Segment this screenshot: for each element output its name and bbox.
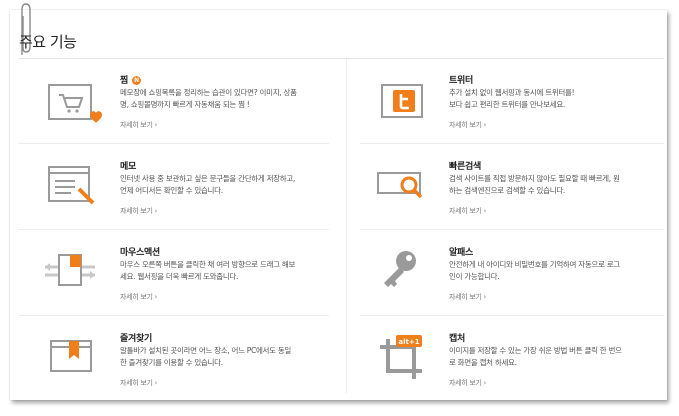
desc-line: 명, 쇼핑몰명까지 빠르게 자동채움 되는 찜 ! [120, 100, 250, 109]
feature-name: 메모 [120, 162, 136, 172]
more-link[interactable]: 자세히 보기 › [120, 120, 157, 130]
desc-line: 한 즐겨찾기를 이용할 수 있습니다. [120, 358, 223, 367]
mouse-action-icon [45, 254, 95, 286]
more-link[interactable]: 자세히 보기 › [120, 292, 157, 302]
title-divider [19, 58, 664, 59]
feature-desc: 인터넷 사용 중 보관하고 싶은 문구들을 간단하게 저장하고, 언제 어디서든… [120, 173, 330, 197]
twitter-icon [381, 84, 423, 118]
feature-desc: 알툴바가 설치된 곳이라면 어느 장소, 어느 PC에서도 동일 한 즐겨찾기를… [120, 345, 330, 369]
feature-desc: 안전하게 내 아이디와 비밀번호를 기억하여 자동으로 로그 인이 가능합니다. [449, 259, 659, 283]
more-link[interactable]: 자세히 보기 › [120, 378, 157, 388]
cart-heart-icon [48, 84, 102, 123]
desc-line: 메모장에 쇼핑목록을 정리하는 습관이 있다면? 이미지, 상품 [120, 88, 297, 97]
feature-desc: 마우스 오른쪽 버튼을 클릭한 채 여러 방향으로 드래그 해보 세요. 웹서핑… [120, 259, 330, 283]
feature-name: 알패스 [449, 248, 473, 258]
key-icon [384, 251, 416, 287]
more-link[interactable]: 자세히 보기 › [449, 120, 486, 130]
feature-name: 즐겨찾기 [120, 334, 152, 344]
feature-jjim: 찜N 메모장에 쇼핑목록을 정리하는 습관이 있다면? 이미지, 상품 명, 쇼… [45, 73, 345, 153]
feature-desc: 이미지를 저장할 수 있는 가장 쉬운 방법 버튼 클릭 한 번으 로 화면을 … [449, 345, 659, 369]
feature-memo: 메모 인터넷 사용 중 보관하고 싶은 문구들을 간단하게 저장하고, 언제 어… [45, 159, 345, 239]
quick-search-icon [377, 172, 423, 199]
desc-line: 인이 가능합니다. [449, 272, 500, 281]
page-title: 주요 기능 [19, 33, 77, 51]
feature-twitter: 트위터 추가 설치 없이 웹서핑과 동시에 트위터를! 보다 쉽고 편리한 트위… [374, 73, 674, 153]
capture-crop-icon: alt+1 [380, 335, 422, 379]
feature-quick-search: 빠른검색 검색 사이트를 직접 방문하지 않아도 필요할 때 빠르게, 원 하는… [374, 159, 674, 239]
bookmark-icon [50, 340, 92, 372]
desc-line: 검색 사이트를 직접 방문하지 않아도 필요할 때 빠르게, 원 [449, 174, 620, 183]
new-badge: N [131, 76, 141, 85]
desc-line: 알툴바가 설치된 곳이라면 어느 장소, 어느 PC에서도 동일 [120, 346, 292, 355]
feature-name: 마우스액션 [120, 248, 160, 258]
desc-line: 하는 검색엔진으로 검색할 수 있습니다. [449, 186, 566, 195]
feature-name: 찜 [120, 76, 128, 86]
feature-desc: 검색 사이트를 직접 방문하지 않아도 필요할 때 빠르게, 원 하는 검색엔진… [449, 173, 659, 197]
shortcut-label: alt+1 [398, 338, 419, 346]
memo-icon [48, 166, 95, 205]
more-link[interactable]: 자세히 보기 › [449, 206, 486, 216]
desc-line: 세요. 웹서핑을 더욱 빠르게 도와줍니다. [120, 272, 239, 281]
feature-name: 캡처 [449, 334, 465, 344]
desc-line: 보다 쉽고 편리한 트위터를 만나보세요. [449, 100, 566, 109]
more-link[interactable]: 자세히 보기 › [449, 378, 486, 388]
column-divider [346, 59, 347, 393]
desc-line: 추가 설치 없이 웹서핑과 동시에 트위터를! [449, 88, 575, 97]
desc-line: 언제 어디서든 확인할 수 있습니다. [120, 186, 223, 195]
desc-line: 안전하게 내 아이디와 비밀번호를 기억하여 자동으로 로그 [449, 260, 620, 269]
feature-desc: 추가 설치 없이 웹서핑과 동시에 트위터를! 보다 쉽고 편리한 트위터를 만… [449, 87, 659, 111]
desc-line: 인터넷 사용 중 보관하고 싶은 문구들을 간단하게 저장하고, [120, 174, 296, 183]
feature-desc: 메모장에 쇼핑목록을 정리하는 습관이 있다면? 이미지, 상품 명, 쇼핑몰명… [120, 87, 330, 111]
feature-bookmark: 즐겨찾기 알툴바가 설치된 곳이라면 어느 장소, 어느 PC에서도 동일 한 … [45, 331, 345, 411]
feature-name: 빠른검색 [449, 162, 481, 172]
feature-mouse-action: 마우스액션 마우스 오른쪽 버튼을 클릭한 채 여러 방향으로 드래그 해보 세… [45, 245, 345, 325]
feature-name: 트위터 [449, 76, 473, 86]
desc-line: 로 화면을 캡처 하세요. [449, 358, 517, 367]
feature-capture: alt+1 캡처 이미지를 저장할 수 있는 가장 쉬운 방법 버튼 클릭 한 … [374, 331, 674, 411]
feature-alpass: 알패스 안전하게 내 아이디와 비밀번호를 기억하여 자동으로 로그 인이 가능… [374, 245, 674, 325]
more-link[interactable]: 자세히 보기 › [120, 206, 157, 216]
more-link[interactable]: 자세히 보기 › [449, 292, 486, 302]
desc-line: 마우스 오른쪽 버튼을 클릭한 채 여러 방향으로 드래그 해보 [120, 260, 296, 269]
desc-line: 이미지를 저장할 수 있는 가장 쉬운 방법 버튼 클릭 한 번으 [449, 346, 622, 355]
